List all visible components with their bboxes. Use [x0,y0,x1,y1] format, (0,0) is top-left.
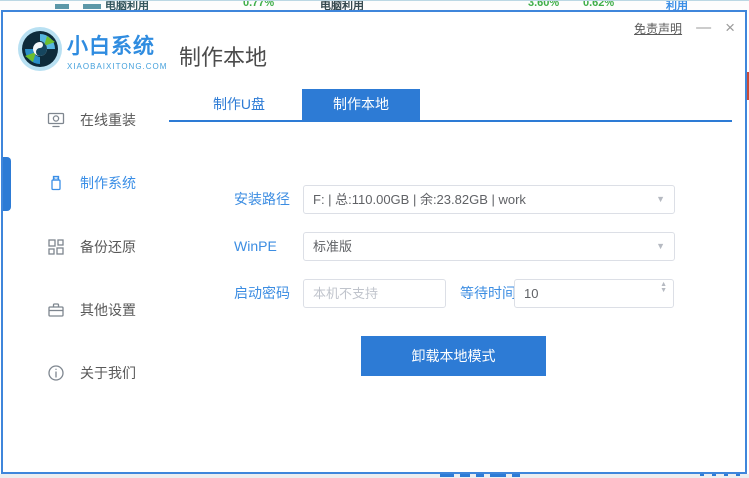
boot-password-label: 启动密码 [234,285,290,301]
background-fragment: 0.62% [583,0,615,9]
briefcase-icon [47,301,65,319]
tab-make-usb[interactable]: 制作U盘 [189,89,289,120]
backup-grid-icon [47,238,65,256]
wait-time-stepper: ▲▼ [514,279,674,308]
sidebar-item-label: 在线重装 [80,112,136,128]
app-window: 小白系统 XIAOBAIXITONG.COM 制作本地 免责声明 — × 制作U… [1,10,747,474]
background-fragment: 电脑利用 [105,0,149,10]
background-window-bottom-sliver [0,474,749,478]
brand-domain: XIAOBAIXITONG.COM [67,62,168,71]
wait-time-label: 等待时间 [460,285,516,301]
background-fragment: 3.60% [528,0,560,9]
chevron-down-icon: ▼ [656,194,665,204]
background-window-top-sliver: 电脑利用 0.77% 电脑利用 3.60% 0.62% 利用 [0,0,749,10]
sidebar-item-label: 其他设置 [80,302,136,318]
uninstall-local-mode-button[interactable]: 卸载本地模式 [361,336,546,376]
sidebar-item-make-system[interactable]: 制作系统 [3,169,178,197]
screen: 电脑利用 0.77% 电脑利用 3.60% 0.62% 利用 小白系统 XIAO… [0,0,749,478]
tab-underline [169,120,732,122]
sidebar-item-backup-restore[interactable]: 备份还原 [3,233,178,261]
wait-time-input[interactable] [514,279,674,308]
header-controls: 免责声明 — × [634,18,735,38]
winpe-select[interactable]: 标准版 ▼ [303,232,675,261]
chevron-down-icon: ▼ [656,241,665,251]
sidebar-item-label: 备份还原 [80,239,136,255]
brand-block: 小白系统 XIAOBAIXITONG.COM [67,30,167,71]
sidebar-item-online-reinstall[interactable]: 在线重装 [3,106,178,134]
winpe-value: 标准版 [313,239,353,254]
tab-make-local[interactable]: 制作本地 [302,89,420,120]
install-path-select[interactable]: F: | 总:110.00GB | 余:23.82GB | work ▼ [303,185,675,214]
install-path-value: F: | 总:110.00GB | 余:23.82GB | work [313,192,526,207]
sidebar-item-about-us[interactable]: 关于我们 [3,359,178,387]
monitor-reinstall-icon [47,111,65,129]
close-button[interactable]: × [725,18,735,38]
background-fragment: 0.77% [243,0,275,9]
page-title: 制作本地 [179,45,268,70]
minimize-button[interactable]: — [696,18,711,38]
brand-name: 小白系统 [67,35,155,58]
background-fragment: 电脑利用 [320,0,364,10]
background-fragment: 利用 [666,0,688,10]
background-icons [55,4,101,9]
install-path-label: 安装路径 [234,191,290,207]
info-icon [47,364,65,382]
stepper-arrows-icon[interactable]: ▲ ▼ [660,281,667,294]
disclaimer-link[interactable]: 免责声明 [634,20,682,37]
boot-password-input[interactable] [303,279,446,308]
sidebar-item-label: 制作系统 [80,175,136,191]
sidebar-item-label: 关于我们 [80,365,136,381]
sidebar-item-other-settings[interactable]: 其他设置 [3,296,178,324]
winpe-label: WinPE [234,238,277,254]
usb-icon [47,174,65,192]
app-logo-icon [18,27,62,71]
